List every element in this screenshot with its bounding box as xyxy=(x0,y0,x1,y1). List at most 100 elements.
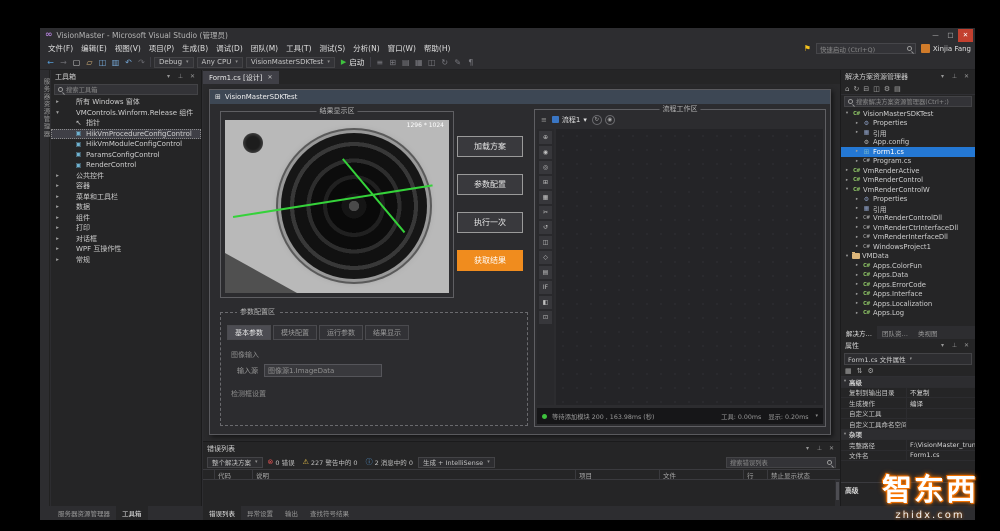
tree-row[interactable]: ▸ 引用 xyxy=(841,204,975,214)
columns-icon[interactable]: ◫ xyxy=(426,58,437,67)
parameter-tab[interactable]: 模块配置 xyxy=(273,325,317,340)
menu-item[interactable]: 调试(D) xyxy=(212,43,247,54)
toolbox-item[interactable]: ▾ VMControls.Winform.Release 组件 xyxy=(51,108,201,119)
menu-item[interactable]: 项目(P) xyxy=(145,43,178,54)
notifications-flag-icon[interactable]: ⚑ xyxy=(804,44,811,53)
flow-tool-button[interactable]: ⊕ xyxy=(539,131,552,144)
property-row[interactable]: 生成操作 编译 xyxy=(841,398,975,409)
dock-tab[interactable]: 服务器资源管理器 xyxy=(52,506,116,520)
platform-dropdown[interactable]: Any CPU▾ xyxy=(197,57,243,68)
toolbox-item[interactable]: HikVmProcedureConfigControl xyxy=(51,129,201,140)
categorized-icon[interactable]: ▦ xyxy=(845,367,852,375)
expander-icon[interactable]: ▸ xyxy=(54,99,61,105)
expander-icon[interactable]: ▸ xyxy=(54,257,61,263)
expander-icon[interactable]: ▸ xyxy=(54,246,61,252)
expander-icon[interactable]: ▸ xyxy=(854,216,860,221)
form-action-button[interactable]: 获取结果 xyxy=(457,250,523,271)
redo-icon[interactable]: ↷ xyxy=(136,58,147,67)
grid-icon[interactable]: ▦ xyxy=(413,58,424,67)
toolbox-item[interactable]: 指针 xyxy=(51,118,201,129)
menu-item[interactable]: 帮助(H) xyxy=(420,43,455,54)
menu-item[interactable]: 视图(V) xyxy=(111,43,145,54)
document-tab-form1-design[interactable]: Form1.cs [设计] ✕ xyxy=(203,71,279,84)
expander-icon[interactable]: ▸ xyxy=(54,194,61,200)
flow-tool-button[interactable]: ⊡ xyxy=(539,311,552,324)
expander-icon[interactable]: ▸ xyxy=(854,301,860,306)
toolbox-item[interactable]: ParamsConfigControl xyxy=(51,150,201,161)
expander-icon[interactable]: ▸ xyxy=(844,178,850,183)
property-value[interactable]: Form1.cs xyxy=(907,451,975,459)
quick-launch-input[interactable]: 快速启动 (Ctrl+Q) xyxy=(816,43,916,54)
expander-icon[interactable]: ▸ xyxy=(844,168,850,173)
dock-tab[interactable]: 查找符号结果 xyxy=(304,506,355,520)
maximize-button[interactable]: □ xyxy=(943,29,958,42)
show-all-files-icon[interactable]: ◫ xyxy=(873,85,880,93)
tree-row[interactable]: ▸ 引用 xyxy=(841,128,975,138)
tree-row[interactable]: ▾ VMData xyxy=(841,252,975,262)
property-value[interactable]: 编译 xyxy=(907,398,975,408)
flow-tool-button[interactable]: ⊞ xyxy=(539,176,552,189)
column-header[interactable]: 行 xyxy=(744,470,768,479)
start-debugging-button[interactable]: ▶ 启动 xyxy=(338,57,367,68)
result-image-view[interactable]: 1296 * 1024 xyxy=(225,120,449,293)
expander-icon[interactable]: ▸ xyxy=(54,173,61,179)
expander-icon[interactable]: ▸ xyxy=(54,183,61,189)
toolbox-item[interactable]: ▸ 容器 xyxy=(51,181,201,192)
toolbox-item[interactable]: ▸ WPF 互操作性 xyxy=(51,244,201,255)
parameter-tab[interactable]: 基本参数 xyxy=(227,325,271,340)
tree-row[interactable]: ▸ VmRenderControl xyxy=(841,176,975,186)
flow-tool-button[interactable]: IF xyxy=(539,281,552,294)
save-all-icon[interactable]: ▥ xyxy=(110,58,121,67)
property-row[interactable]: ▾ 杂项 xyxy=(841,430,975,441)
toolbox-item[interactable]: ▸ 所有 Windows 窗体 xyxy=(51,97,201,108)
menu-item[interactable]: 分析(N) xyxy=(349,43,383,54)
form-action-button[interactable]: 参数配置 xyxy=(457,174,523,195)
align-icon[interactable]: ▤ xyxy=(400,58,411,67)
flow-canvas[interactable] xyxy=(556,129,823,405)
dock-tab[interactable]: 输出 xyxy=(279,506,304,520)
startup-project-dropdown[interactable]: VisionMasterSDKTest▾ xyxy=(246,57,335,68)
pin-icon[interactable]: ⊥ xyxy=(176,73,185,80)
tree-row[interactable]: ▸ Apps.Data xyxy=(841,271,975,281)
property-pages-icon[interactable]: ⚙ xyxy=(868,367,874,375)
expander-icon[interactable]: ▸ xyxy=(54,225,61,231)
flow-selector-dropdown[interactable]: 流程1 ▾ xyxy=(552,115,587,125)
signed-in-user[interactable]: Xinjia Fang xyxy=(921,44,971,53)
tree-row[interactable]: ▸ VmRenderActive xyxy=(841,166,975,176)
expander-icon[interactable]: ▸ xyxy=(54,236,61,242)
form-action-button[interactable]: 加载方案 xyxy=(457,136,523,157)
expander-icon[interactable]: ▸ xyxy=(854,282,860,287)
expander-icon[interactable]: ▾ xyxy=(841,379,849,384)
toolbox-item[interactable]: ▸ 对话框 xyxy=(51,234,201,245)
column-header[interactable]: 禁止显示状态 xyxy=(768,470,840,479)
tree-row[interactable]: ▸ VmRenderCtrInterfaceDll xyxy=(841,223,975,233)
designed-form-window[interactable]: ⊞ VisionMasterSDKTest 结果显示区 1296 * 1024 xyxy=(209,89,831,435)
expander-icon[interactable]: ▸ xyxy=(854,206,860,211)
error-list-search-input[interactable]: 搜索错误列表 xyxy=(726,457,836,468)
undo-icon[interactable]: ↶ xyxy=(123,58,134,67)
warnings-filter-button[interactable]: ⚠ 227 警告中的 0 xyxy=(303,457,358,467)
close-icon[interactable]: ✕ xyxy=(962,342,971,349)
close-button[interactable]: ✕ xyxy=(958,29,973,42)
menu-item[interactable]: 团队(M) xyxy=(247,43,282,54)
tree-row[interactable]: ▸ Program.cs xyxy=(841,157,975,167)
formatting-icon[interactable]: ¶ xyxy=(465,58,476,67)
tree-row[interactable]: ▸ Form1.cs xyxy=(841,147,975,157)
column-header[interactable]: 代码 xyxy=(215,470,253,479)
expander-icon[interactable]: ▸ xyxy=(854,273,860,278)
minimize-button[interactable]: — xyxy=(928,29,943,42)
tree-row[interactable]: ▸ Apps.ErrorCode xyxy=(841,280,975,290)
menu-item[interactable]: 文件(F) xyxy=(44,43,77,54)
collapse-all-icon[interactable]: ⊟ xyxy=(863,85,869,93)
flow-tool-button[interactable]: ▤ xyxy=(539,266,552,279)
pin-icon[interactable]: ⊥ xyxy=(950,73,959,80)
property-row[interactable]: 文件名 Form1.cs xyxy=(841,451,975,462)
flow-tool-button[interactable]: ↺ xyxy=(539,221,552,234)
refresh-icon[interactable]: ↻ xyxy=(853,85,859,93)
solution-search-input[interactable]: 搜索解决方案资源管理器(Ctrl+;) xyxy=(844,96,972,107)
property-row[interactable]: 复制到输出目录 不复制 xyxy=(841,388,975,399)
expander-icon[interactable]: ▸ xyxy=(854,159,860,164)
expander-icon[interactable]: ▸ xyxy=(854,225,860,230)
chevron-down-icon[interactable]: ▾ xyxy=(815,413,818,419)
outline-icon[interactable]: ≡ xyxy=(374,58,385,67)
